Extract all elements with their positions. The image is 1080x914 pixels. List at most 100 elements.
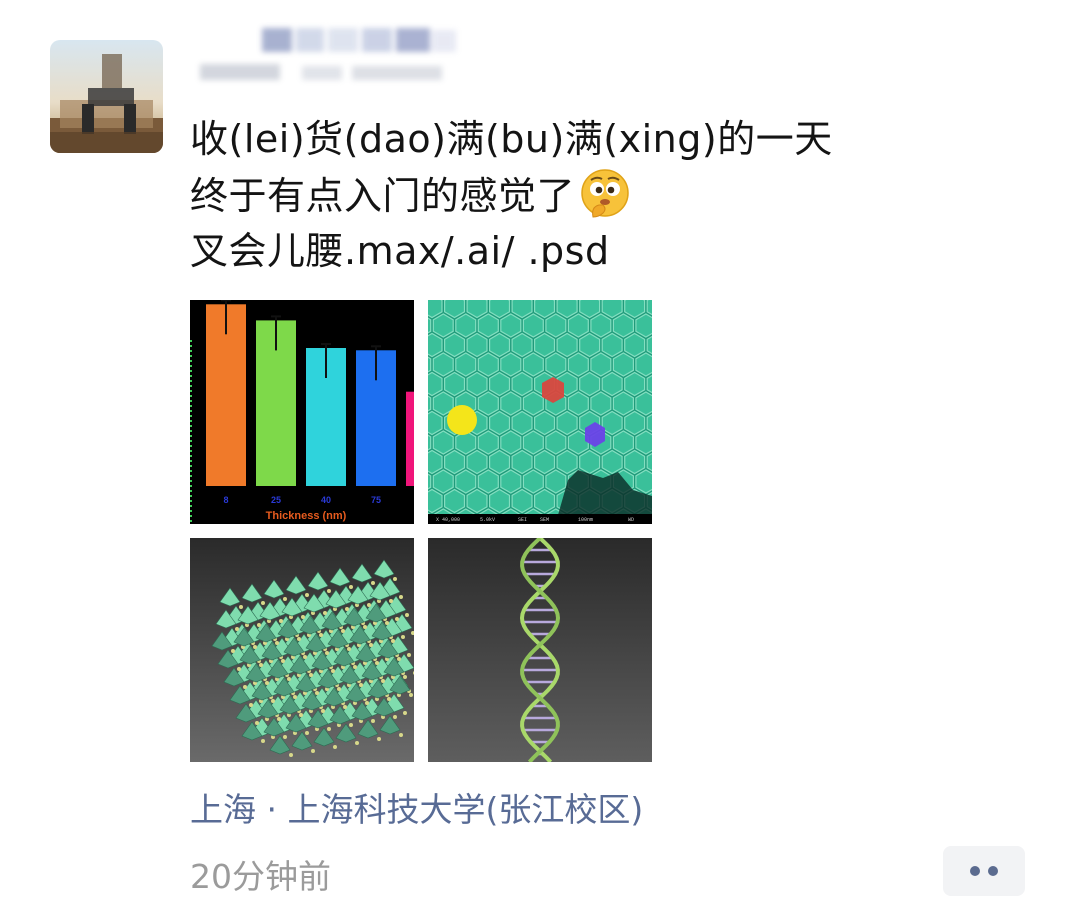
sem-hexagon: [432, 430, 454, 455]
lattice-atom: [399, 733, 403, 737]
lattice-atom: [315, 691, 319, 695]
lattice-atom: [333, 745, 337, 749]
lattice-atom: [283, 735, 287, 739]
lattice-atom: [345, 607, 349, 611]
post-line-3: 叉会儿腰.max/.ai/ .psd: [190, 229, 610, 273]
sem-hexagon: [601, 332, 623, 358]
lattice-atom: [281, 659, 285, 663]
image-bar-chart[interactable]: 8 25 40 75 Thickness (nm): [190, 300, 414, 524]
lattice-atom: [323, 611, 327, 615]
sem-hexagon: [500, 391, 522, 416]
lattice-atom: [275, 641, 279, 645]
lattice-atom: [303, 655, 307, 659]
lattice-atom: [363, 625, 367, 629]
lattice-atom: [311, 749, 315, 753]
lattice-atom: [349, 723, 353, 727]
tick-label-2: 40: [321, 495, 331, 505]
chart-x-axis-label: Thickness (nm): [266, 510, 347, 522]
sem-hexagon: [477, 430, 499, 455]
sem-scale-label: X 40,000: [436, 517, 460, 523]
sem-hexagon: [488, 410, 511, 436]
lattice-atom: [271, 699, 275, 703]
lattice-atom: [231, 649, 235, 653]
sem-hexagon: [477, 469, 499, 494]
sem-hexagon: [432, 313, 454, 338]
bar-chart: 8 25 40 75 Thickness (nm): [190, 300, 414, 524]
lattice-atom: [299, 713, 303, 717]
thinking-face-emoji-icon: [581, 169, 629, 218]
lattice-atom: [393, 715, 397, 719]
lattice-atom: [385, 621, 389, 625]
sem-hexagon: [533, 410, 556, 436]
sem-hexagon: [533, 332, 556, 358]
image-dna-helix[interactable]: [428, 538, 652, 762]
sem-hexagon: [444, 488, 466, 514]
lattice-atom: [277, 717, 281, 721]
sem-hexagon: [556, 332, 578, 358]
lattice-atom: [293, 695, 297, 699]
sem-hexagon: [545, 313, 567, 338]
tick-label-3: 75: [371, 495, 381, 505]
lattice-atom: [407, 653, 411, 657]
lattice-atom: [391, 639, 395, 643]
sem-hexagon: [522, 430, 544, 455]
lattice-atom: [327, 727, 331, 731]
lattice-atom: [237, 667, 241, 671]
more-actions-button[interactable]: [943, 846, 1025, 896]
sem-hexagon: [444, 332, 466, 358]
lattice-atom: [371, 719, 375, 723]
lattice-atom: [305, 731, 309, 735]
lattice-atom: [395, 617, 399, 621]
lattice-atom: [403, 711, 407, 715]
sem-hexagon: [567, 391, 589, 416]
lattice-atom: [265, 681, 269, 685]
lattice-atom: [235, 627, 239, 631]
lattice-atom: [353, 665, 357, 669]
sem-scale-label: SEM: [540, 517, 549, 523]
sem-hexagon: [522, 313, 544, 338]
sem-hexagon: [432, 469, 454, 494]
location-link[interactable]: 上海 · 上海科技大学(张江校区): [190, 783, 643, 831]
sem-hexagon: [511, 332, 533, 358]
sem-hexagon: [511, 371, 533, 397]
sem-hexagon: [466, 371, 488, 397]
sem-hexagon: [579, 371, 601, 397]
lattice-atom: [309, 673, 313, 677]
lattice-atom: [393, 577, 397, 581]
image-grid: 8 25 40 75 Thickness (nm) X 40,000 5.0kV SEI S…: [190, 300, 652, 762]
sem-hexagon-image: X 40,000 5.0kV SEI SEM 100nm WD: [428, 300, 652, 524]
sem-hexagon: [624, 410, 646, 436]
sem-scale-label: SEI: [518, 517, 527, 523]
lattice-atom: [399, 595, 403, 599]
lattice-atom: [331, 669, 335, 673]
lattice-atom: [279, 619, 283, 623]
sem-hexagon: [545, 430, 567, 455]
sem-hexagon: [488, 488, 511, 514]
sem-hexagon: [500, 469, 522, 494]
dna-helix-render: [428, 538, 652, 762]
username-blurred[interactable]: [192, 26, 467, 84]
sem-hexagon: [590, 313, 612, 338]
image-crystal-lattice[interactable]: [190, 538, 414, 762]
image-sem-micrograph[interactable]: X 40,000 5.0kV SEI SEM 100nm WD: [428, 300, 652, 524]
sem-hexagon: [477, 352, 499, 377]
lattice-atom: [377, 737, 381, 741]
sem-hexagon: [545, 352, 567, 377]
post-line-1: 收(lei)货(dao)满(bu)满(xing)的一天: [190, 117, 833, 161]
sem-hexagon: [624, 332, 646, 358]
lattice-atom: [403, 675, 407, 679]
sem-hexagon: [488, 332, 511, 358]
lattice-atom: [239, 605, 243, 609]
lattice-atom: [409, 693, 413, 697]
bar-4: [406, 391, 414, 486]
lattice-atom: [259, 663, 263, 667]
lattice-atom: [375, 661, 379, 665]
sem-hexagon: [545, 469, 567, 494]
post-line-2: 终于有点入门的感觉了: [190, 174, 576, 218]
sem-hexagon: [522, 469, 544, 494]
sem-hexagon: [432, 352, 454, 377]
sem-hexagon: [500, 352, 522, 377]
tick-label-0: 8: [223, 495, 228, 505]
sem-hexagon: [522, 391, 544, 416]
avatar[interactable]: [50, 40, 163, 153]
